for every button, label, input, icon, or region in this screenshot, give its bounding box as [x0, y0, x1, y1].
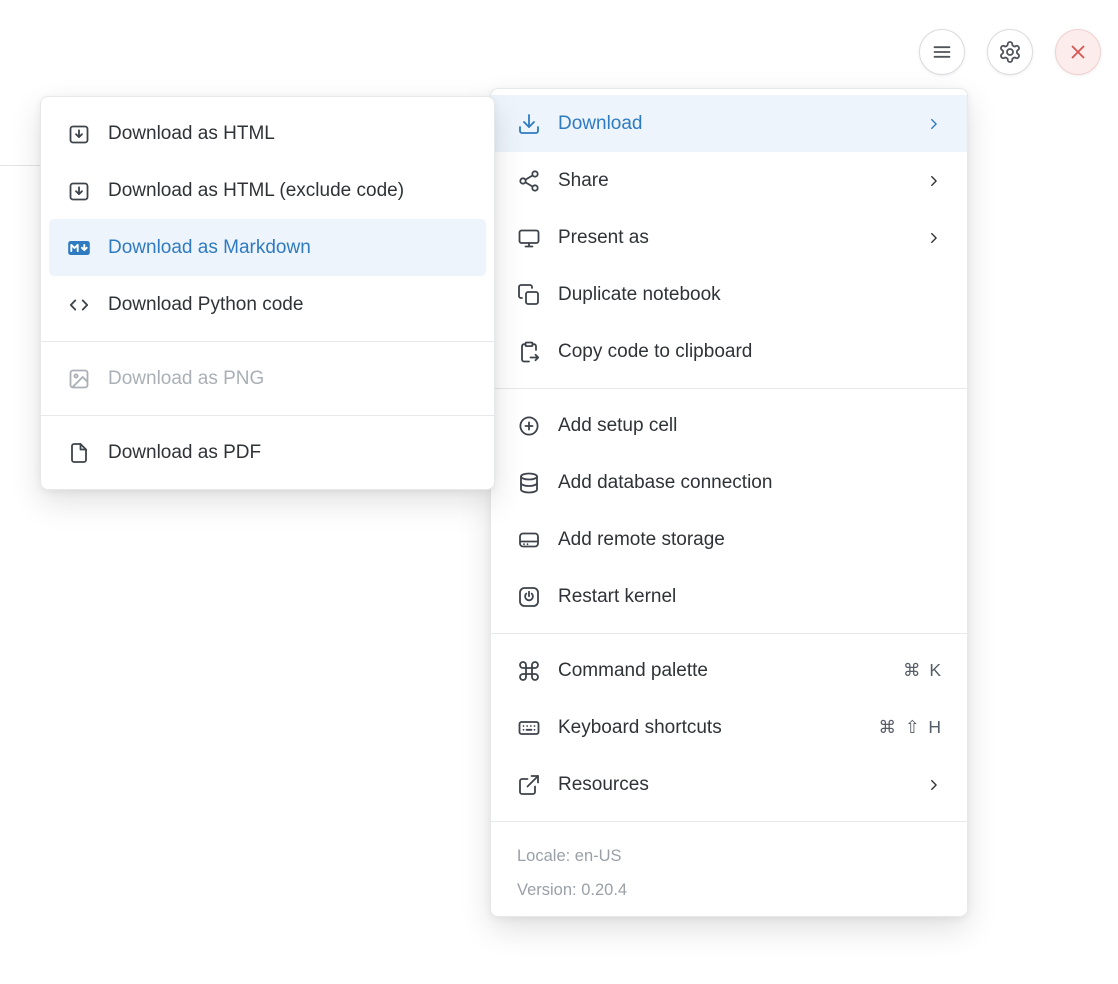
- menu-item-label: Download as PNG: [108, 368, 470, 390]
- clipboard-copy-icon: [517, 340, 541, 364]
- close-app-button[interactable]: [1055, 29, 1101, 75]
- menu-item-keyboard-shortcuts[interactable]: Keyboard shortcuts⌘ ⇧ H: [491, 699, 967, 756]
- hamburger-icon: [930, 40, 954, 64]
- menu-item-label: Download as Markdown: [108, 237, 462, 259]
- menu-item-label: Add database connection: [558, 472, 943, 494]
- menu-item-label: Add remote storage: [558, 529, 943, 551]
- menu-item-label: Restart kernel: [558, 586, 943, 608]
- menu-item-label: Resources: [558, 774, 915, 796]
- menu-item-label: Present as: [558, 227, 915, 249]
- power-icon: [517, 585, 541, 609]
- menu-separator: [41, 415, 494, 416]
- menu-separator: [491, 821, 967, 822]
- markdown-icon: [67, 236, 91, 260]
- menu-item-label: Share: [558, 170, 915, 192]
- locale-text: Locale: en-US: [517, 839, 941, 873]
- menu-separator: [41, 341, 494, 342]
- menu-item-restart-kernel[interactable]: Restart kernel: [491, 568, 967, 625]
- menu-footer: Locale: en-US Version: 0.20.4: [491, 830, 967, 916]
- shortcut-hint: ⌘ ⇧ H: [878, 717, 943, 738]
- plus-circle-icon: [517, 414, 541, 438]
- external-link-icon: [517, 773, 541, 797]
- menu-item-label: Download as HTML (exclude code): [108, 180, 470, 202]
- menu-item-add-remote-storage[interactable]: Add remote storage: [491, 511, 967, 568]
- menu-item-command-palette[interactable]: Command palette⌘ K: [491, 642, 967, 699]
- menu-item-label: Download as PDF: [108, 442, 470, 464]
- chevron-right-icon: [925, 172, 943, 190]
- underlying-cell-border: [0, 165, 41, 166]
- menu-item-add-setup-cell[interactable]: Add setup cell: [491, 397, 967, 454]
- menu-item-label: Keyboard shortcuts: [558, 717, 878, 739]
- download-submenu: Download as HTML Download as HTML (exclud…: [40, 96, 495, 490]
- menu-item-label: Copy code to clipboard: [558, 341, 943, 363]
- menu-item-label: Download Python code: [108, 294, 470, 316]
- menu-item-copy-code-to-clipboard[interactable]: Copy code to clipboard: [491, 323, 967, 380]
- file-icon: [67, 441, 91, 465]
- code-icon: [67, 293, 91, 317]
- download-icon: [517, 112, 541, 136]
- version-text: Version: 0.20.4: [517, 873, 941, 907]
- menu-item-download-as-png: Download as PNG: [41, 350, 494, 407]
- command-icon: [517, 659, 541, 683]
- keyboard-icon: [517, 716, 541, 740]
- hard-drive-icon: [517, 528, 541, 552]
- menu-item-download-as-markdown[interactable]: Download as Markdown: [49, 219, 486, 276]
- menu-item-share[interactable]: Share: [491, 152, 967, 209]
- close-icon: [1066, 40, 1090, 64]
- menu-item-download[interactable]: Download: [491, 95, 967, 152]
- chevron-right-icon: [925, 776, 943, 794]
- menu-item-label: Download: [558, 113, 915, 135]
- menu-item-label: Duplicate notebook: [558, 284, 943, 306]
- menu-item-label: Download as HTML: [108, 123, 470, 145]
- duplicate-icon: [517, 283, 541, 307]
- menu-separator: [491, 633, 967, 634]
- chevron-right-icon: [925, 115, 943, 133]
- menu-item-download-python-code[interactable]: Download Python code: [41, 276, 494, 333]
- notebook-menu-button[interactable]: [919, 29, 965, 75]
- settings-button[interactable]: [987, 29, 1033, 75]
- image-icon: [67, 367, 91, 391]
- database-icon: [517, 471, 541, 495]
- menu-item-label: Add setup cell: [558, 415, 943, 437]
- notebook-actions-menu: Download Share Present as Duplicate noteboo…: [490, 88, 968, 917]
- menu-item-label: Command palette: [558, 660, 903, 682]
- box-download-icon: [67, 179, 91, 203]
- menu-item-resources[interactable]: Resources: [491, 756, 967, 813]
- share-icon: [517, 169, 541, 193]
- menu-item-present-as[interactable]: Present as: [491, 209, 967, 266]
- submenu-items: Download as HTML Download as HTML (exclud…: [41, 105, 494, 481]
- shortcut-hint: ⌘ K: [903, 660, 943, 681]
- chevron-right-icon: [925, 229, 943, 247]
- box-download-icon: [67, 122, 91, 146]
- menu-item-duplicate-notebook[interactable]: Duplicate notebook: [491, 266, 967, 323]
- gear-icon: [998, 40, 1022, 64]
- menu-items: Download Share Present as Duplicate noteboo…: [491, 95, 967, 813]
- present-icon: [517, 226, 541, 250]
- menu-item-download-as-html[interactable]: Download as HTML: [41, 105, 494, 162]
- menu-item-add-database-connection[interactable]: Add database connection: [491, 454, 967, 511]
- menu-item-download-as-pdf[interactable]: Download as PDF: [41, 424, 494, 481]
- menu-separator: [491, 388, 967, 389]
- menu-item-download-as-html-exclude-code[interactable]: Download as HTML (exclude code): [41, 162, 494, 219]
